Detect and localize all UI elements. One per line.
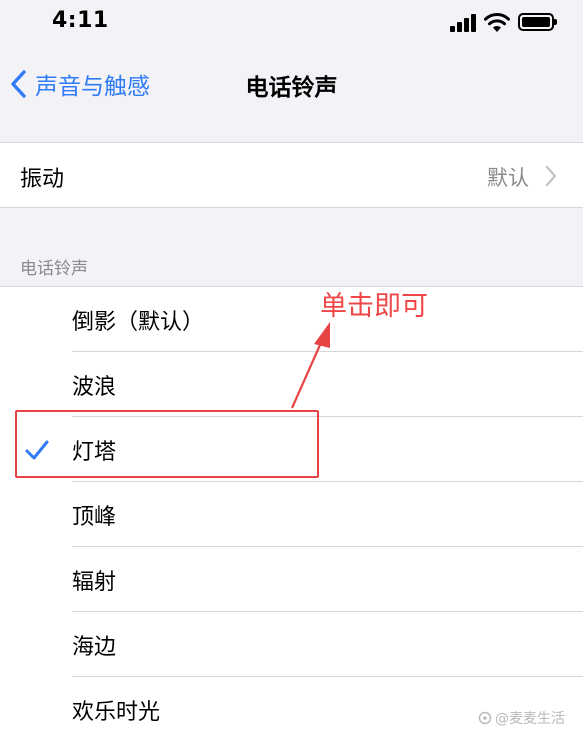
annotation-arrow-icon: [290, 322, 330, 409]
ringtone-label: 波浪: [72, 375, 117, 400]
status-bar: 4:11: [0, 0, 583, 46]
section-header-ringtones: 电话铃声: [20, 259, 88, 279]
watermark: @麦麦生活: [478, 708, 565, 728]
watermark-text: @麦麦生活: [495, 711, 565, 727]
vibration-row[interactable]: 振动 默认: [0, 142, 583, 208]
page-title: 电话铃声: [245, 75, 338, 101]
ringtone-row[interactable]: 海边: [0, 612, 583, 677]
navigation-bar: 声音与触感 电话铃声: [0, 54, 583, 116]
disclosure-chevron-icon: [545, 165, 557, 187]
wifi-icon: [484, 13, 510, 32]
ringtone-label: 欢乐时光: [72, 700, 161, 725]
ringtone-label: 辐射: [72, 570, 117, 595]
vibration-value: 默认: [487, 166, 529, 190]
cellular-signal-icon: [450, 14, 478, 32]
status-time: 4:11: [52, 8, 109, 33]
watermark-logo-icon: [478, 711, 492, 725]
annotation-highlight-box: [15, 410, 319, 478]
ringtone-label: 倒影（默认）: [72, 310, 205, 335]
ringtone-row[interactable]: 辐射: [0, 547, 583, 612]
ringtone-label: 海边: [72, 635, 117, 660]
vibration-label: 振动: [20, 167, 65, 192]
annotation-text: 单击即可: [320, 291, 428, 322]
ringtone-row[interactable]: 顶峰: [0, 482, 583, 547]
battery-icon: [518, 13, 557, 31]
ringtone-label: 顶峰: [72, 505, 117, 530]
